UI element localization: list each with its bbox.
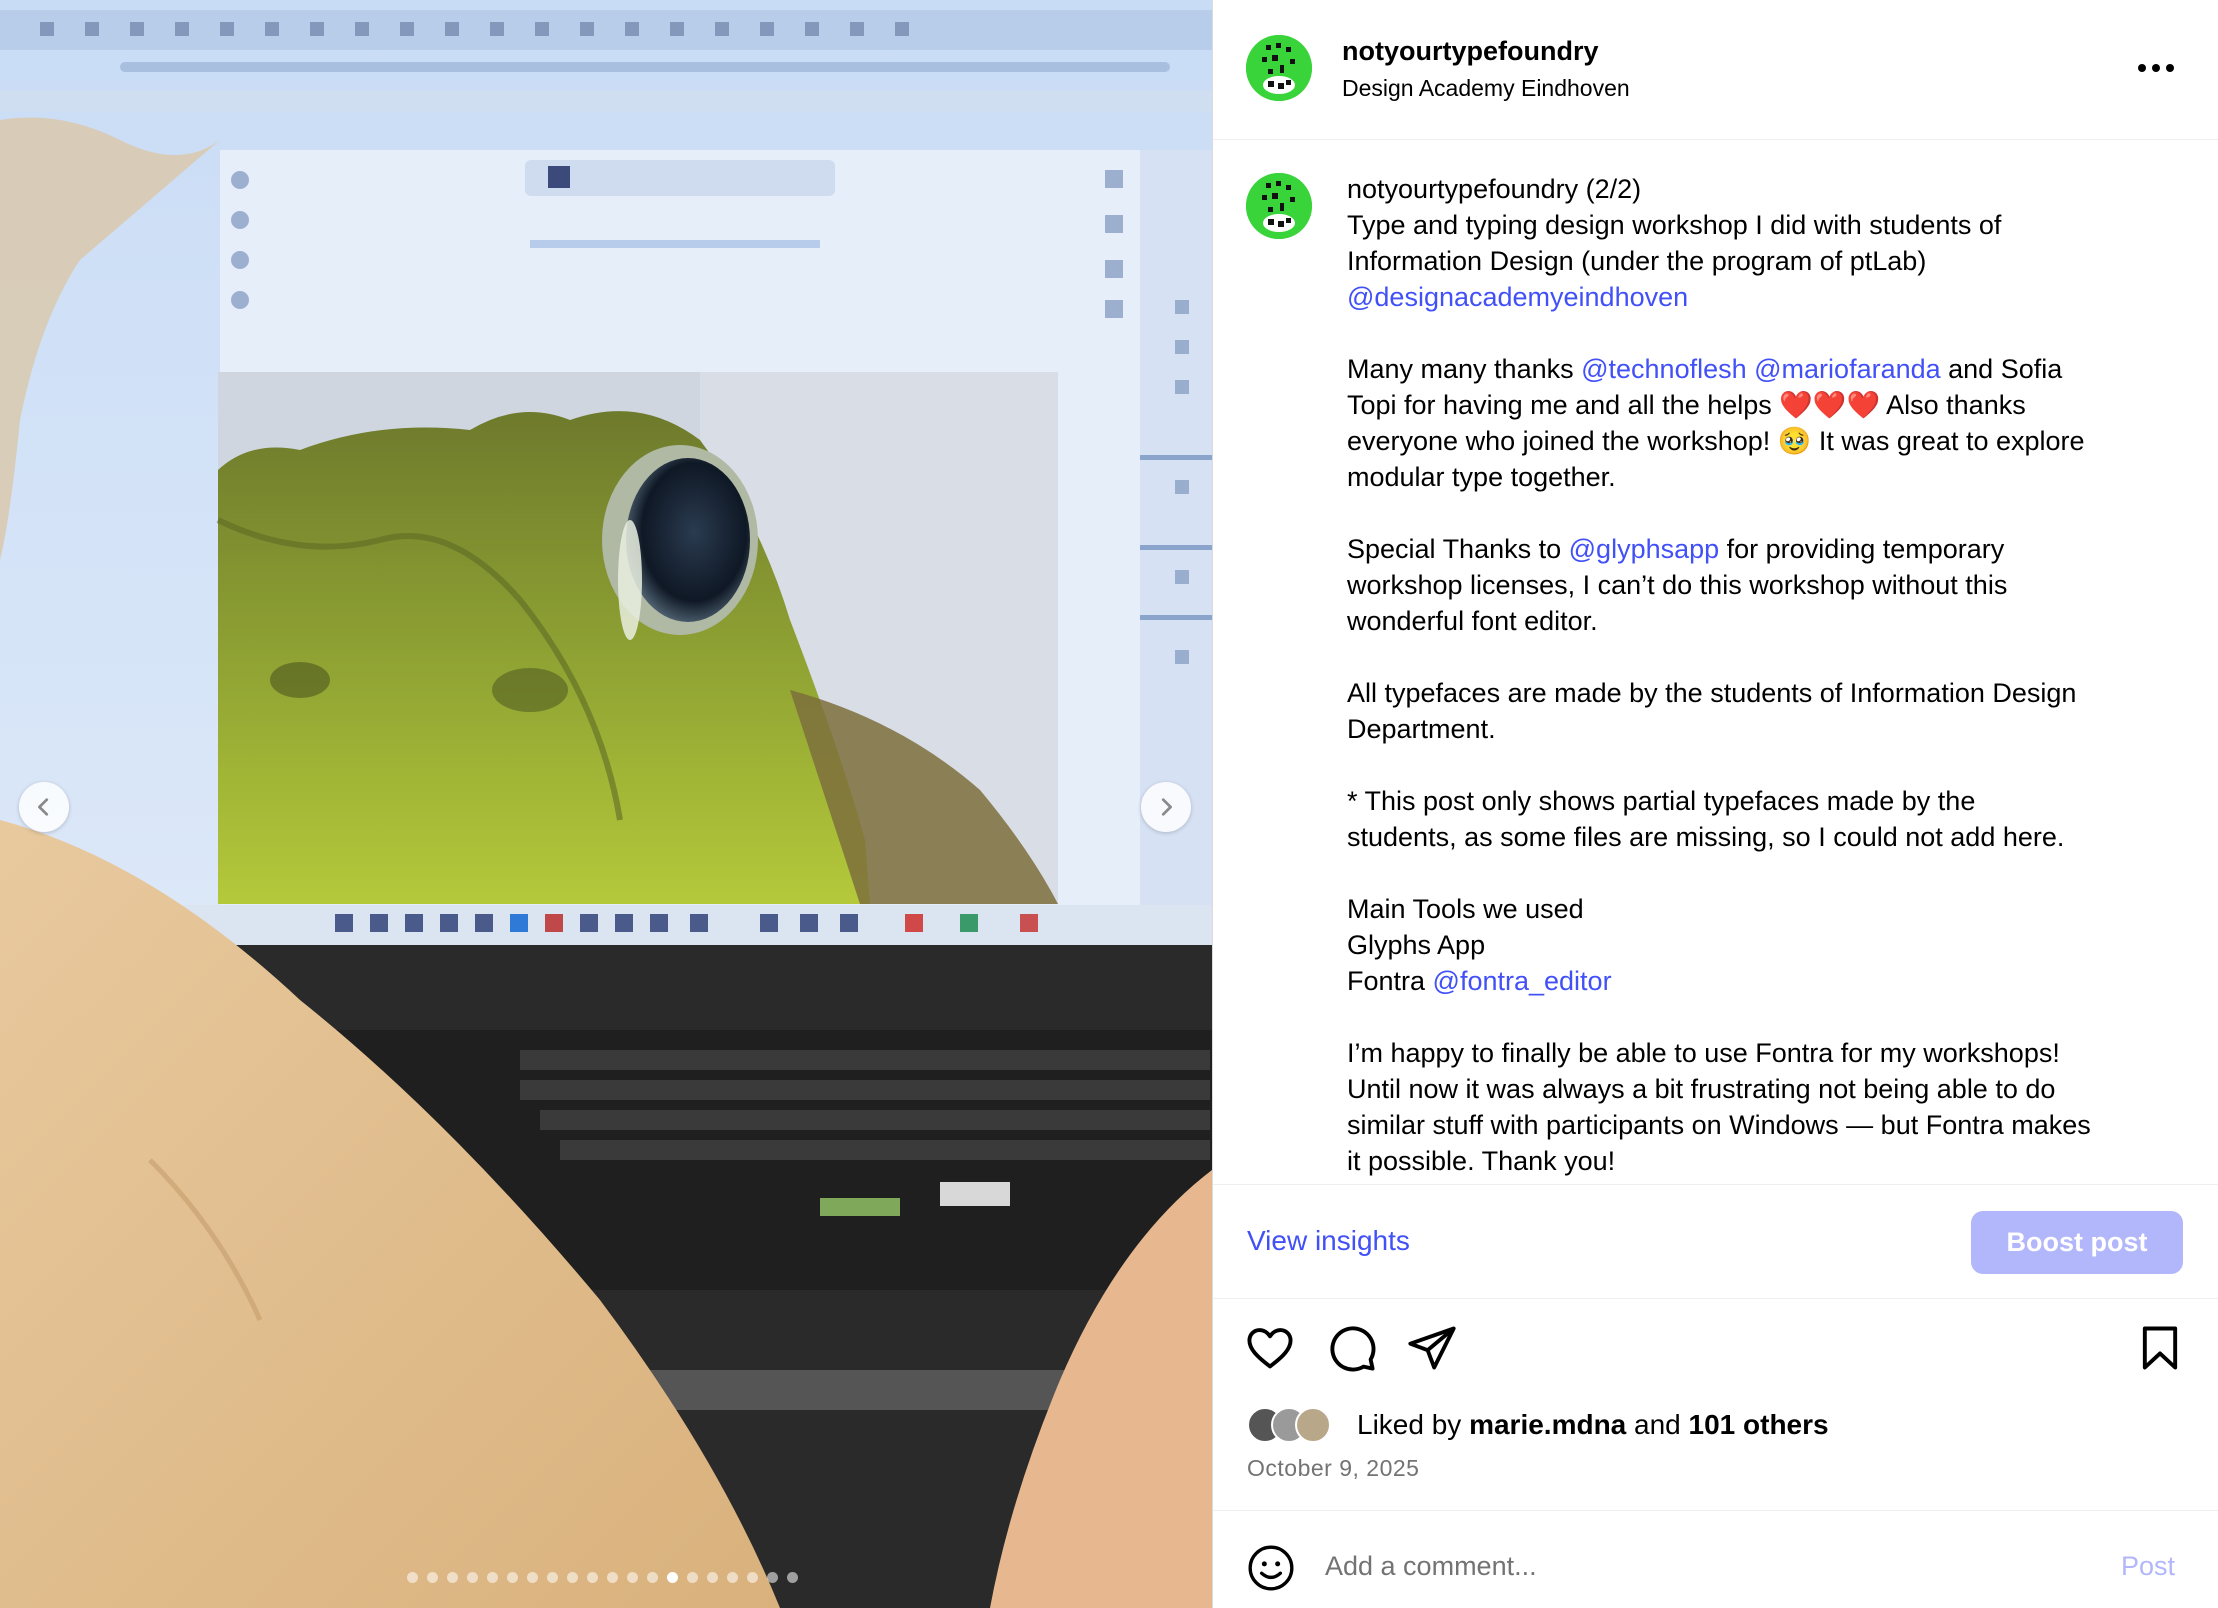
likes-others-link[interactable]: 101 others bbox=[1689, 1409, 1829, 1440]
bookmark-icon bbox=[2142, 1326, 2178, 1370]
heart-icon bbox=[1247, 1328, 1293, 1369]
carousel-indicator bbox=[407, 1572, 798, 1583]
comment-button[interactable] bbox=[1326, 1322, 1378, 1374]
caption-area: notyourtypefoundry (2/2) Type and typing… bbox=[1213, 141, 2218, 1184]
caption-author-avatar[interactable] bbox=[1246, 173, 1312, 239]
likes-summary[interactable]: Liked by marie.mdna and 101 others bbox=[1247, 1405, 1829, 1445]
carousel-dot bbox=[747, 1572, 758, 1583]
caption-segment: and Sofia Topi for having me and all the… bbox=[1347, 354, 2085, 564]
post-sidebar: notyourtypefoundry Design Academy Eindho… bbox=[1212, 0, 2218, 1608]
post-photo bbox=[0, 0, 1212, 1608]
post-comment-button[interactable]: Post bbox=[2121, 1551, 2175, 1582]
mention-link[interactable]: @designacademyeindhoven bbox=[1347, 282, 1688, 312]
carousel-next-button[interactable] bbox=[1141, 782, 1191, 832]
liker-username[interactable]: marie.mdna bbox=[1469, 1409, 1626, 1440]
carousel-dot bbox=[507, 1572, 518, 1583]
author-avatar[interactable] bbox=[1246, 35, 1312, 101]
mention-link[interactable]: @technoflesh bbox=[1581, 354, 1747, 384]
insights-bar: View insights Boost post bbox=[1213, 1184, 2218, 1299]
comment-input[interactable] bbox=[1325, 1541, 2085, 1591]
avatar-image bbox=[1246, 35, 1312, 101]
mention-link[interactable]: @fontra_editor bbox=[1433, 966, 1612, 996]
likes-middle: and bbox=[1626, 1409, 1689, 1440]
like-button[interactable] bbox=[1244, 1322, 1296, 1374]
caption-segment: for providing temporary workshop license… bbox=[1347, 534, 2077, 996]
carousel-dot bbox=[527, 1572, 538, 1583]
ellipsis-icon bbox=[2138, 64, 2174, 72]
post-date: October 9, 2025 bbox=[1247, 1455, 1420, 1481]
more-options-button[interactable] bbox=[2131, 50, 2181, 86]
chevron-right-icon bbox=[1161, 798, 1172, 816]
share-button[interactable] bbox=[1406, 1322, 1458, 1374]
carousel-dot bbox=[767, 1572, 778, 1583]
caption-segment: Many many thanks bbox=[1347, 354, 1574, 384]
liker-avatars bbox=[1247, 1405, 1355, 1445]
likes-prefix: Liked by bbox=[1357, 1409, 1470, 1440]
caption-segment bbox=[1747, 354, 1755, 384]
view-insights-link[interactable]: View insights bbox=[1247, 1225, 1410, 1257]
carousel-dot bbox=[467, 1572, 478, 1583]
carousel-dot bbox=[567, 1572, 578, 1583]
carousel-dot bbox=[647, 1572, 658, 1583]
paper-plane-icon bbox=[1408, 1326, 1456, 1370]
carousel-dot bbox=[687, 1572, 698, 1583]
action-bar bbox=[1213, 1300, 2218, 1390]
avatar-image bbox=[1246, 173, 1312, 239]
carousel-dot bbox=[487, 1572, 498, 1583]
carousel-dot bbox=[627, 1572, 638, 1583]
caption-segment: I’m happy to finally be able to use Font… bbox=[1347, 1038, 2091, 1176]
boost-post-button[interactable]: Boost post bbox=[1971, 1211, 2183, 1274]
post-header: notyourtypefoundry Design Academy Eindho… bbox=[1213, 0, 2218, 140]
mention-link[interactable]: @mariofaranda bbox=[1754, 354, 1941, 384]
carousel-dot bbox=[727, 1572, 738, 1583]
comment-bar: Post bbox=[1213, 1510, 2218, 1608]
carousel-prev-button[interactable] bbox=[19, 782, 69, 832]
author-username[interactable]: notyourtypefoundry bbox=[1342, 36, 1599, 67]
emoji-button[interactable] bbox=[1246, 1543, 1296, 1593]
carousel-dot bbox=[427, 1572, 438, 1583]
carousel-dot bbox=[407, 1572, 418, 1583]
carousel-dot bbox=[547, 1572, 558, 1583]
carousel-dot bbox=[607, 1572, 618, 1583]
caption-username[interactable]: notyourtypefoundry bbox=[1347, 174, 1578, 204]
carousel-dot bbox=[447, 1572, 458, 1583]
post-media bbox=[0, 0, 1212, 1608]
carousel-dot bbox=[667, 1572, 678, 1583]
post-location[interactable]: Design Academy Eindhoven bbox=[1342, 75, 1630, 102]
chevron-left-icon bbox=[38, 798, 49, 816]
smiley-icon bbox=[1248, 1545, 1294, 1591]
mention-link[interactable]: @glyphsapp bbox=[1569, 534, 1720, 564]
caption-text: notyourtypefoundry (2/2) Type and typing… bbox=[1347, 171, 2167, 1179]
liker-avatar bbox=[1295, 1407, 1331, 1443]
carousel-dot bbox=[707, 1572, 718, 1583]
comment-bubble-icon bbox=[1330, 1326, 1376, 1372]
likes-text: Liked by marie.mdna and 101 others bbox=[1357, 1409, 1829, 1441]
carousel-dot bbox=[787, 1572, 798, 1583]
carousel-dot bbox=[587, 1572, 598, 1583]
save-button[interactable] bbox=[2134, 1322, 2186, 1374]
